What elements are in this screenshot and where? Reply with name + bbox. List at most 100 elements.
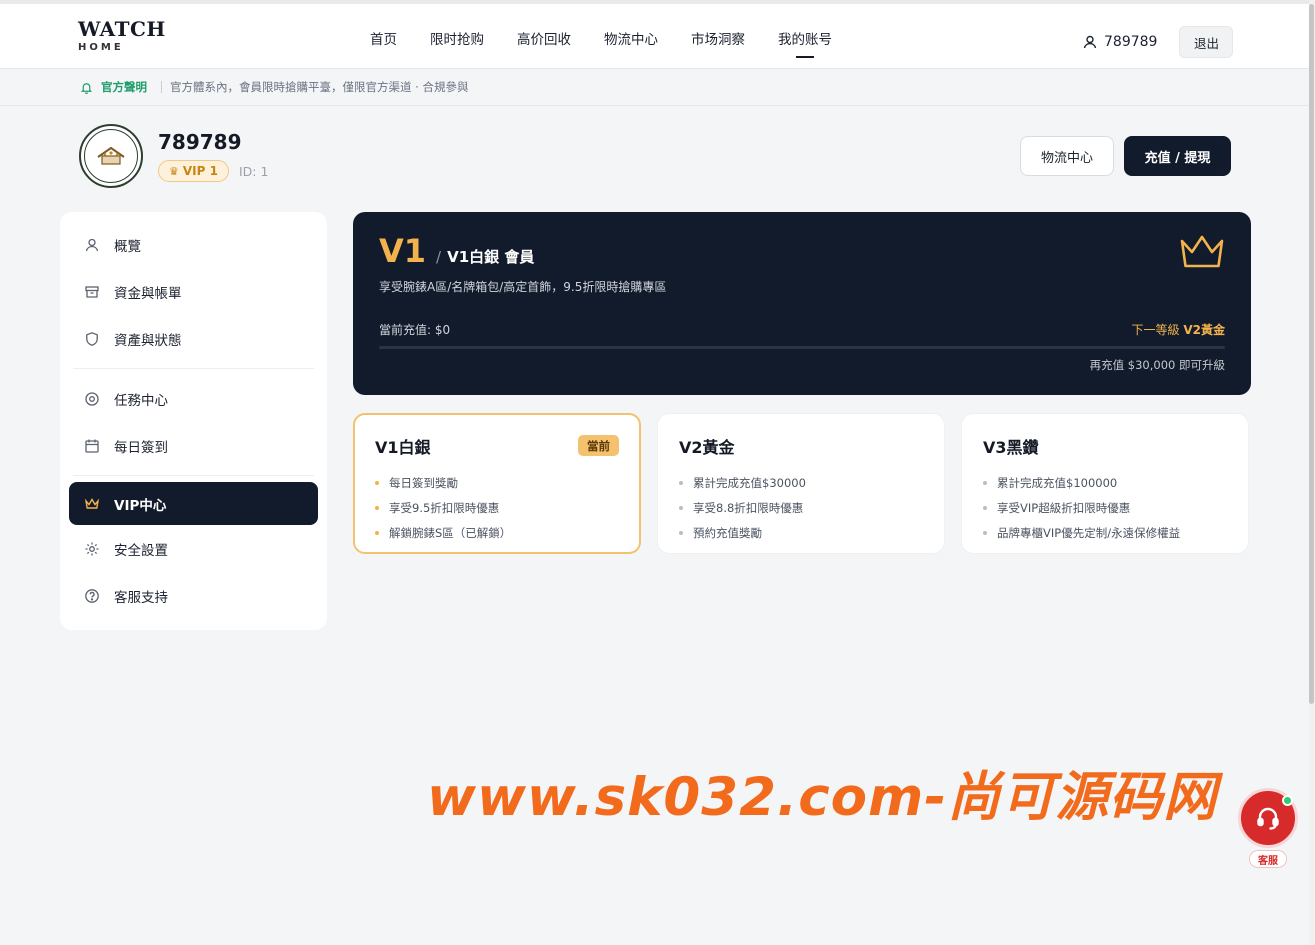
account-sidebar: 概覽 資金與帳單 資產與狀態 任務中心 每日簽到 VIP中心 安全設置 客服支持 [60,212,327,630]
crown-icon: ♛ [169,164,179,178]
next-level-name: V2黃金 [1183,323,1225,337]
notice-text: 官方體系內，會員限時搶購平臺，僅限官方渠道 · 合規參與 [170,80,469,94]
tier-perk-text: 解鎖腕錶S區（已解鎖） [389,525,512,540]
tier-perk-text: 享受VIP超級折扣限時優惠 [997,500,1131,515]
nav-recycle[interactable]: 高价回收 [517,24,571,58]
tier-perk-text: 享受9.5折扣限時優惠 [389,500,500,515]
profile-header: 789789 ♛ VIP 1 ID: 1 [79,124,268,188]
profile-id: ID: 1 [238,163,269,179]
tier-perk: 品牌專櫃VIP優先定制/永遠保修權益 [983,520,1227,545]
current-tier-badge: 當前 [578,435,619,456]
tier-card-v3[interactable]: V3黑鑽 累計完成充值$100000 享受VIP超級折扣限時優惠 品牌專櫃VIP… [961,413,1249,554]
profile-meta: ♛ VIP 1 ID: 1 [158,160,268,182]
nav-flash-sale[interactable]: 限时抢购 [430,24,484,58]
tier-perk-text: 每日簽到獎勵 [389,475,458,490]
bullet-dot [679,505,683,510]
house-logo-icon [97,146,125,165]
nav-logistics[interactable]: 物流中心 [604,24,658,58]
shield-icon [86,331,98,346]
tier-perk: 預約充值獎勵 [679,520,923,545]
avatar-inner [84,129,138,183]
logistics-button[interactable]: 物流中心 [1020,136,1114,176]
vip-title: V1白銀 會員 [447,248,535,266]
avatar[interactable] [79,124,143,188]
vip-progress-row: 當前充值: $0 下一等級 V2黃金 [379,321,1225,338]
tier-perk-text: 累計完成充值$100000 [997,475,1118,490]
tier-name: V2黃金 [679,438,735,457]
support-button[interactable] [1238,788,1298,848]
bullet-dot [375,480,379,485]
box-icon [85,285,99,298]
sidebar-divider [73,368,314,369]
site-logo[interactable]: WATCH HOME [78,18,166,53]
tier-perk: 累計完成充值$100000 [983,470,1227,495]
tier-perk-text: 享受8.8折扣限時優惠 [693,500,804,515]
sidebar-item-label: 客服支持 [114,589,168,606]
nav-home[interactable]: 首页 [370,24,397,58]
bell-icon [80,82,93,94]
upgrade-remaining: 再充值 $30,000 即可升級 [1089,358,1225,372]
logout-button[interactable]: 退出 [1179,26,1234,58]
sidebar-item-label: 每日簽到 [114,439,168,456]
tier-perks: 累計完成充值$30000 享受8.8折扣限時優惠 預約充值獎勵 [679,470,923,545]
support-label: 客服 [1249,850,1287,868]
user-icon [1083,35,1097,49]
user-icon [85,238,99,251]
bullet-dot [983,505,987,510]
vip-progress-bar [379,346,1225,349]
sidebar-item-assets[interactable]: 資產與狀態 [69,315,318,362]
tier-card-v2[interactable]: V2黃金 累計完成充值$30000 享受8.8折扣限時優惠 預約充值獎勵 [657,413,945,554]
next-level-prefix: 下一等級 [1131,323,1184,337]
header-username[interactable]: 789789 [1104,34,1157,50]
tier-perk-text: 累計完成充值$30000 [693,475,806,490]
current-recharge: 當前充值: $0 [379,323,451,337]
vip-tier-list: V1白銀 當前 每日簽到獎勵 享受9.5折扣限時優惠 解鎖腕錶S區（已解鎖） V… [353,413,1265,554]
bullet-dot [375,530,379,535]
help-icon [85,588,99,603]
watermark: www.sk032.com-尚可源码网 [427,767,1218,828]
sidebar-item-funds[interactable]: 資金與帳單 [69,268,318,315]
sidebar-item-label: 任務中心 [114,392,168,409]
logo-sub-text: HOME [78,42,124,53]
sidebar-item-label: VIP中心 [114,497,167,514]
vip-level: V1 [379,232,427,270]
sidebar-item-overview[interactable]: 概覽 [69,221,318,268]
tier-perks: 每日簽到獎勵 享受9.5折扣限時優惠 解鎖腕錶S區（已解鎖） [375,470,619,545]
tier-perk-text: 品牌專櫃VIP優先定制/永遠保修權益 [997,525,1181,540]
vip-badge: ♛ VIP 1 [158,160,229,182]
sidebar-item-tasks[interactable]: 任務中心 [69,375,318,422]
customer-service-float[interactable]: 客服 [1238,788,1300,868]
next-level: 下一等級 V2黃金 [1132,321,1225,338]
calendar-icon [85,439,99,453]
crown-icon [84,497,100,509]
vip-badge-label: VIP 1 [182,164,218,178]
vip-slash: / [436,248,442,266]
bullet-dot [679,480,683,485]
profile-name: 789789 [158,130,242,154]
tier-perk: 享受9.5折扣限時優惠 [375,495,619,520]
profile-actions: 物流中心 充值 / 提現 [1020,136,1231,176]
scrollbar-thumb[interactable] [1309,4,1314,704]
main-nav: 首页 限时抢购 高价回收 物流中心 市场洞察 我的账号 [370,24,865,58]
crown-icon [1180,235,1224,268]
tier-perk: 享受VIP超級折扣限時優惠 [983,495,1227,520]
top-navbar: WATCH HOME 首页 限时抢购 高价回收 物流中心 市场洞察 我的账号 7… [0,0,1309,69]
tier-perk: 每日簽到獎勵 [375,470,619,495]
sidebar-item-support[interactable]: 客服支持 [69,572,318,619]
notice-bar: 官方聲明 官方體系內，會員限時搶購平臺，僅限官方渠道 · 合規參與 [0,69,1309,106]
sidebar-item-security[interactable]: 安全設置 [69,525,318,572]
recharge-withdraw-button[interactable]: 充值 / 提現 [1124,136,1231,176]
vip-description: 享受腕錶A區/名牌箱包/高定首飾，9.5折限時搶購專區 [379,280,667,294]
sidebar-item-vip-center[interactable]: VIP中心 [69,482,318,525]
vip-status-card: V1 / V1白銀 會員 享受腕錶A區/名牌箱包/高定首飾，9.5折限時搶購專區… [353,212,1251,395]
logo-main-text: WATCH [78,17,166,41]
nav-my-account[interactable]: 我的账号 [778,24,832,58]
online-status-dot [1282,795,1293,806]
tier-name: V3黑鑽 [983,438,1039,457]
bullet-dot [983,480,987,485]
tier-card-v1[interactable]: V1白銀 當前 每日簽到獎勵 享受9.5折扣限時優惠 解鎖腕錶S區（已解鎖） [353,413,641,554]
sidebar-item-daily-checkin[interactable]: 每日簽到 [69,422,318,469]
nav-market-insight[interactable]: 市场洞察 [691,24,745,58]
target-icon [85,391,99,406]
bullet-dot [375,505,379,510]
